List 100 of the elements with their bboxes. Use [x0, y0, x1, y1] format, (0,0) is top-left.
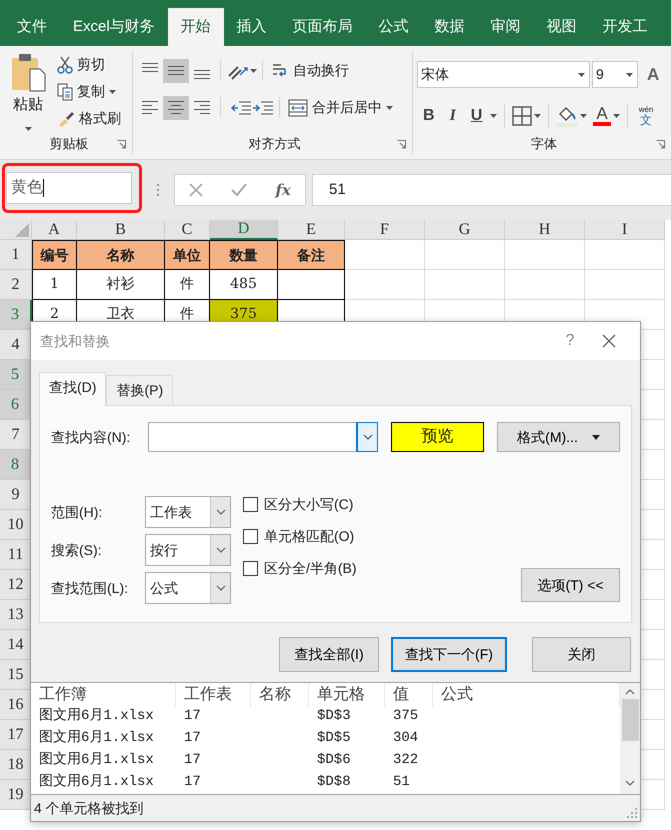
dialog-tab[interactable]: 替换(P) [106, 375, 174, 405]
caret-icon[interactable] [626, 72, 633, 77]
row-header[interactable]: 10 [0, 510, 32, 540]
column-header[interactable]: 值 [385, 683, 433, 707]
column-header[interactable]: C [165, 220, 210, 240]
caret-icon[interactable] [250, 68, 257, 72]
caret-icon[interactable] [24, 126, 32, 130]
checkbox-label[interactable]: 区分全/半角(B) [264, 558, 357, 579]
ribbon-tab[interactable]: 审阅 [478, 8, 534, 46]
dialog-launcher-icon[interactable] [656, 140, 665, 148]
checkbox-label[interactable]: 区分大小写(C) [264, 494, 354, 515]
dialog-launcher-icon[interactable] [397, 140, 406, 148]
center-align-button[interactable] [163, 96, 189, 120]
find-what-field[interactable] [148, 422, 378, 452]
ribbon-tab[interactable]: 开发工 [590, 8, 661, 46]
row-header[interactable]: 13 [0, 600, 32, 630]
ribbon-tab[interactable]: Excel与财务 [60, 8, 168, 46]
caret-icon[interactable] [386, 106, 393, 110]
row-header[interactable]: 14 [0, 630, 32, 660]
row-header[interactable]: 5 [0, 360, 32, 390]
close-icon[interactable] [602, 334, 616, 348]
italic-button[interactable]: I [442, 102, 463, 130]
column-header[interactable]: G [425, 220, 505, 240]
font-name-field[interactable]: 宋体 [417, 61, 590, 88]
column-header[interactable]: A [32, 220, 77, 240]
column-header[interactable]: 单元格 [309, 683, 385, 707]
caret-icon[interactable] [580, 114, 588, 118]
bold-button[interactable]: B [417, 102, 441, 130]
row-header[interactable]: 16 [0, 690, 32, 720]
font-size-field[interactable]: 9 [592, 61, 638, 88]
ribbon-tab[interactable]: 视图 [534, 8, 590, 46]
ribbon-tab[interactable]: 插入 [224, 8, 280, 46]
ribbon-tab[interactable]: 公式 [366, 8, 422, 46]
checkbox[interactable] [243, 497, 258, 512]
column-header[interactable]: 工作表 [176, 683, 251, 707]
format-painter-button[interactable]: 格式刷 [54, 106, 124, 131]
help-button[interactable]: ? [550, 329, 590, 353]
ribbon-tab[interactable]: 数据 [422, 8, 478, 46]
options-button[interactable]: 选项(T) << [521, 568, 620, 602]
row-header[interactable]: 2 [0, 270, 32, 300]
column-header[interactable]: 名称 [251, 683, 309, 707]
row-header[interactable]: 3 [0, 300, 32, 330]
enter-check-icon[interactable] [231, 183, 248, 197]
row-header[interactable]: 12 [0, 570, 32, 600]
caret-icon[interactable] [534, 114, 542, 118]
scrollbar[interactable] [620, 683, 640, 794]
font-color-button[interactable]: A [593, 105, 611, 126]
caret-icon[interactable] [490, 114, 498, 118]
row-header[interactable]: 17 [0, 720, 32, 750]
checkbox[interactable] [243, 529, 258, 544]
paste-button[interactable]: 粘贴 [10, 52, 46, 116]
dialog-launcher-icon[interactable] [117, 140, 126, 148]
middle-align-button[interactable] [163, 58, 189, 82]
column-header[interactable]: I [585, 220, 665, 240]
scroll-thumb[interactable] [622, 699, 638, 741]
column-header[interactable]: F [345, 220, 425, 240]
insert-function-button[interactable]: fx [275, 178, 291, 202]
formula-input[interactable]: 51 [312, 174, 671, 206]
column-header[interactable]: H [505, 220, 585, 240]
cut-button[interactable]: 剪切 [54, 52, 124, 77]
chevron-down-icon[interactable] [362, 434, 372, 440]
caret-icon[interactable] [109, 90, 116, 94]
ribbon-tab[interactable]: 文件 [4, 8, 60, 46]
row-header[interactable]: 18 [0, 750, 32, 780]
dialog-tab[interactable]: 查找(D) [39, 372, 106, 406]
row-header[interactable]: 4 [0, 330, 32, 360]
column-header[interactable]: D [210, 220, 278, 240]
increase-indent-icon[interactable] [252, 98, 274, 116]
row-header[interactable]: 7 [0, 420, 32, 450]
fill-bucket-icon[interactable] [556, 104, 578, 126]
dropdown[interactable]: 按行 [145, 534, 231, 566]
dialog-button[interactable]: 查找全部(I) [279, 637, 379, 672]
copy-button[interactable]: 复制 [54, 79, 124, 104]
chevron-down-icon[interactable] [625, 780, 635, 786]
ribbon-tab[interactable]: 开始 [168, 8, 224, 46]
phonetic-guide-button[interactable]: wén 文 [638, 106, 654, 126]
name-box[interactable]: 黄色 [6, 172, 132, 204]
dropdown[interactable]: 工作表 [145, 496, 231, 528]
row-header[interactable]: 6 [0, 390, 32, 420]
underline-button[interactable]: U [464, 102, 488, 130]
column-header[interactable]: E [278, 220, 345, 240]
checkbox-label[interactable]: 单元格匹配(O) [264, 526, 354, 547]
column-header[interactable]: 工作簿 [31, 683, 176, 707]
ribbon-tab[interactable]: 页面布局 [280, 8, 366, 46]
drag-handle-icon[interactable] [156, 183, 160, 197]
row-header[interactable]: 19 [0, 780, 32, 810]
resize-grip-icon[interactable] [627, 808, 637, 818]
decrease-indent-icon[interactable] [230, 98, 252, 116]
format-button[interactable]: 格式(M)... [497, 422, 620, 452]
row-header[interactable]: 8 [0, 450, 32, 480]
row-header[interactable]: 15 [0, 660, 32, 690]
row-header[interactable]: 11 [0, 540, 32, 570]
dialog-button[interactable]: 关闭 [532, 637, 631, 672]
chevron-up-icon[interactable] [625, 689, 635, 695]
dialog-button[interactable]: 查找下一个(F) [391, 637, 507, 672]
dropdown[interactable]: 公式 [145, 572, 231, 604]
row-header[interactable]: 1 [0, 240, 32, 270]
borders-icon[interactable] [512, 106, 532, 126]
checkbox[interactable] [243, 561, 258, 576]
increase-font-size-button[interactable]: A [644, 60, 662, 90]
